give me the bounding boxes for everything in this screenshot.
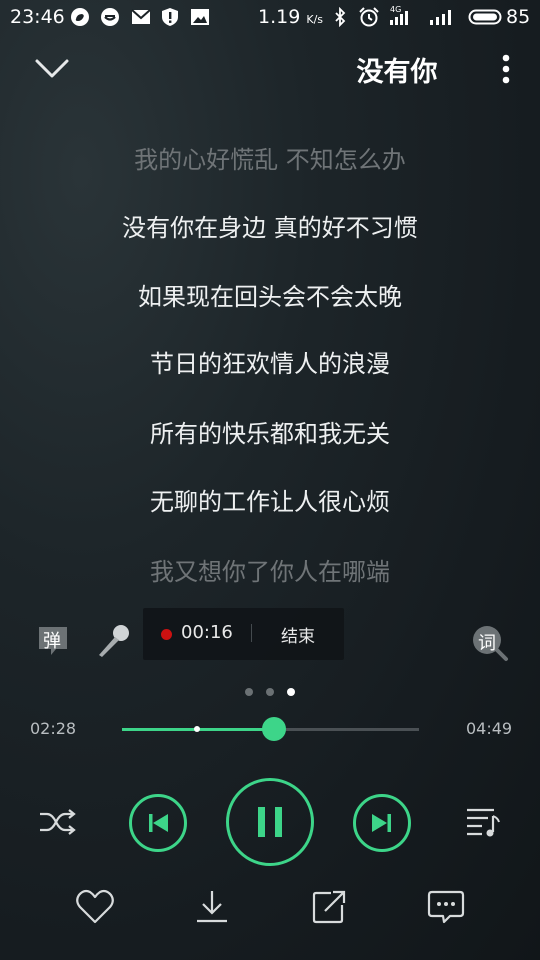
- image-icon: [191, 9, 209, 25]
- recording-elapsed: 00:16: [181, 622, 233, 643]
- lyrics-search-button[interactable]: 词: [470, 623, 510, 663]
- microphone-icon[interactable]: [95, 623, 131, 659]
- skip-previous-icon: [149, 814, 168, 832]
- end-recording-button[interactable]: 结束: [281, 622, 315, 647]
- current-time: 02:28: [30, 719, 77, 738]
- bluetooth-icon: [335, 7, 346, 27]
- signal-icon-2: [430, 10, 451, 25]
- share-icon[interactable]: [309, 888, 349, 926]
- page-dot-active: [287, 688, 295, 696]
- recording-indicator: [161, 629, 172, 640]
- lyrics-search-label: 词: [478, 633, 496, 654]
- playlist-icon[interactable]: [464, 806, 502, 838]
- next-button[interactable]: [353, 794, 411, 852]
- page-dot: [266, 688, 274, 696]
- mail-icon: [131, 9, 151, 24]
- lyric-line: 我又想你了你人在哪端: [150, 558, 390, 586]
- skip-next-icon: [372, 814, 391, 832]
- lyric-line: 无聊的工作让人很心烦: [150, 488, 390, 516]
- qq-icon: [101, 8, 119, 26]
- more-vertical-icon[interactable]: [496, 52, 516, 86]
- seek-handle[interactable]: [262, 717, 287, 741]
- shield-icon: [162, 8, 178, 26]
- lyric-line: 如果现在回头会不会太晚: [138, 283, 402, 311]
- chevron-down-icon[interactable]: [34, 56, 70, 82]
- page-dot: [245, 688, 253, 696]
- seek-bar[interactable]: [122, 717, 419, 741]
- song-title: 没有你: [356, 57, 438, 88]
- lyric-line: 节日的狂欢情人的浪漫: [150, 350, 390, 378]
- heart-icon[interactable]: [75, 888, 115, 926]
- total-time: 04:49: [466, 719, 513, 738]
- danmaku-label: 弹: [43, 631, 61, 652]
- divider: [251, 624, 252, 642]
- signal-icon-1: [390, 11, 408, 25]
- download-icon[interactable]: [192, 888, 232, 926]
- buffer-marker: [194, 726, 201, 732]
- lyric-line: 所有的快乐都和我无关: [150, 420, 390, 448]
- previous-button[interactable]: [129, 794, 187, 852]
- shuffle-icon[interactable]: [38, 806, 78, 838]
- status-time: 23:46: [10, 6, 65, 28]
- recording-panel: 00:16 结束: [143, 608, 344, 660]
- battery-icon: [468, 9, 502, 25]
- comment-icon[interactable]: [426, 888, 466, 926]
- pause-icon: [258, 807, 282, 837]
- lyric-line: 没有你在身边 真的好不习惯: [122, 214, 418, 242]
- network-speed: 1.19 K/s: [258, 6, 324, 28]
- alarm-icon: [359, 7, 379, 27]
- status-bar: 23:46 1.19 K/s 4G 85: [0, 0, 540, 36]
- pause-button[interactable]: [226, 778, 314, 866]
- weibo-icon: [71, 8, 89, 26]
- battery-level: 85: [506, 6, 531, 28]
- danmaku-button[interactable]: 弹: [36, 624, 70, 658]
- lyric-line: 我的心好慌乱 不知怎么办: [134, 146, 406, 174]
